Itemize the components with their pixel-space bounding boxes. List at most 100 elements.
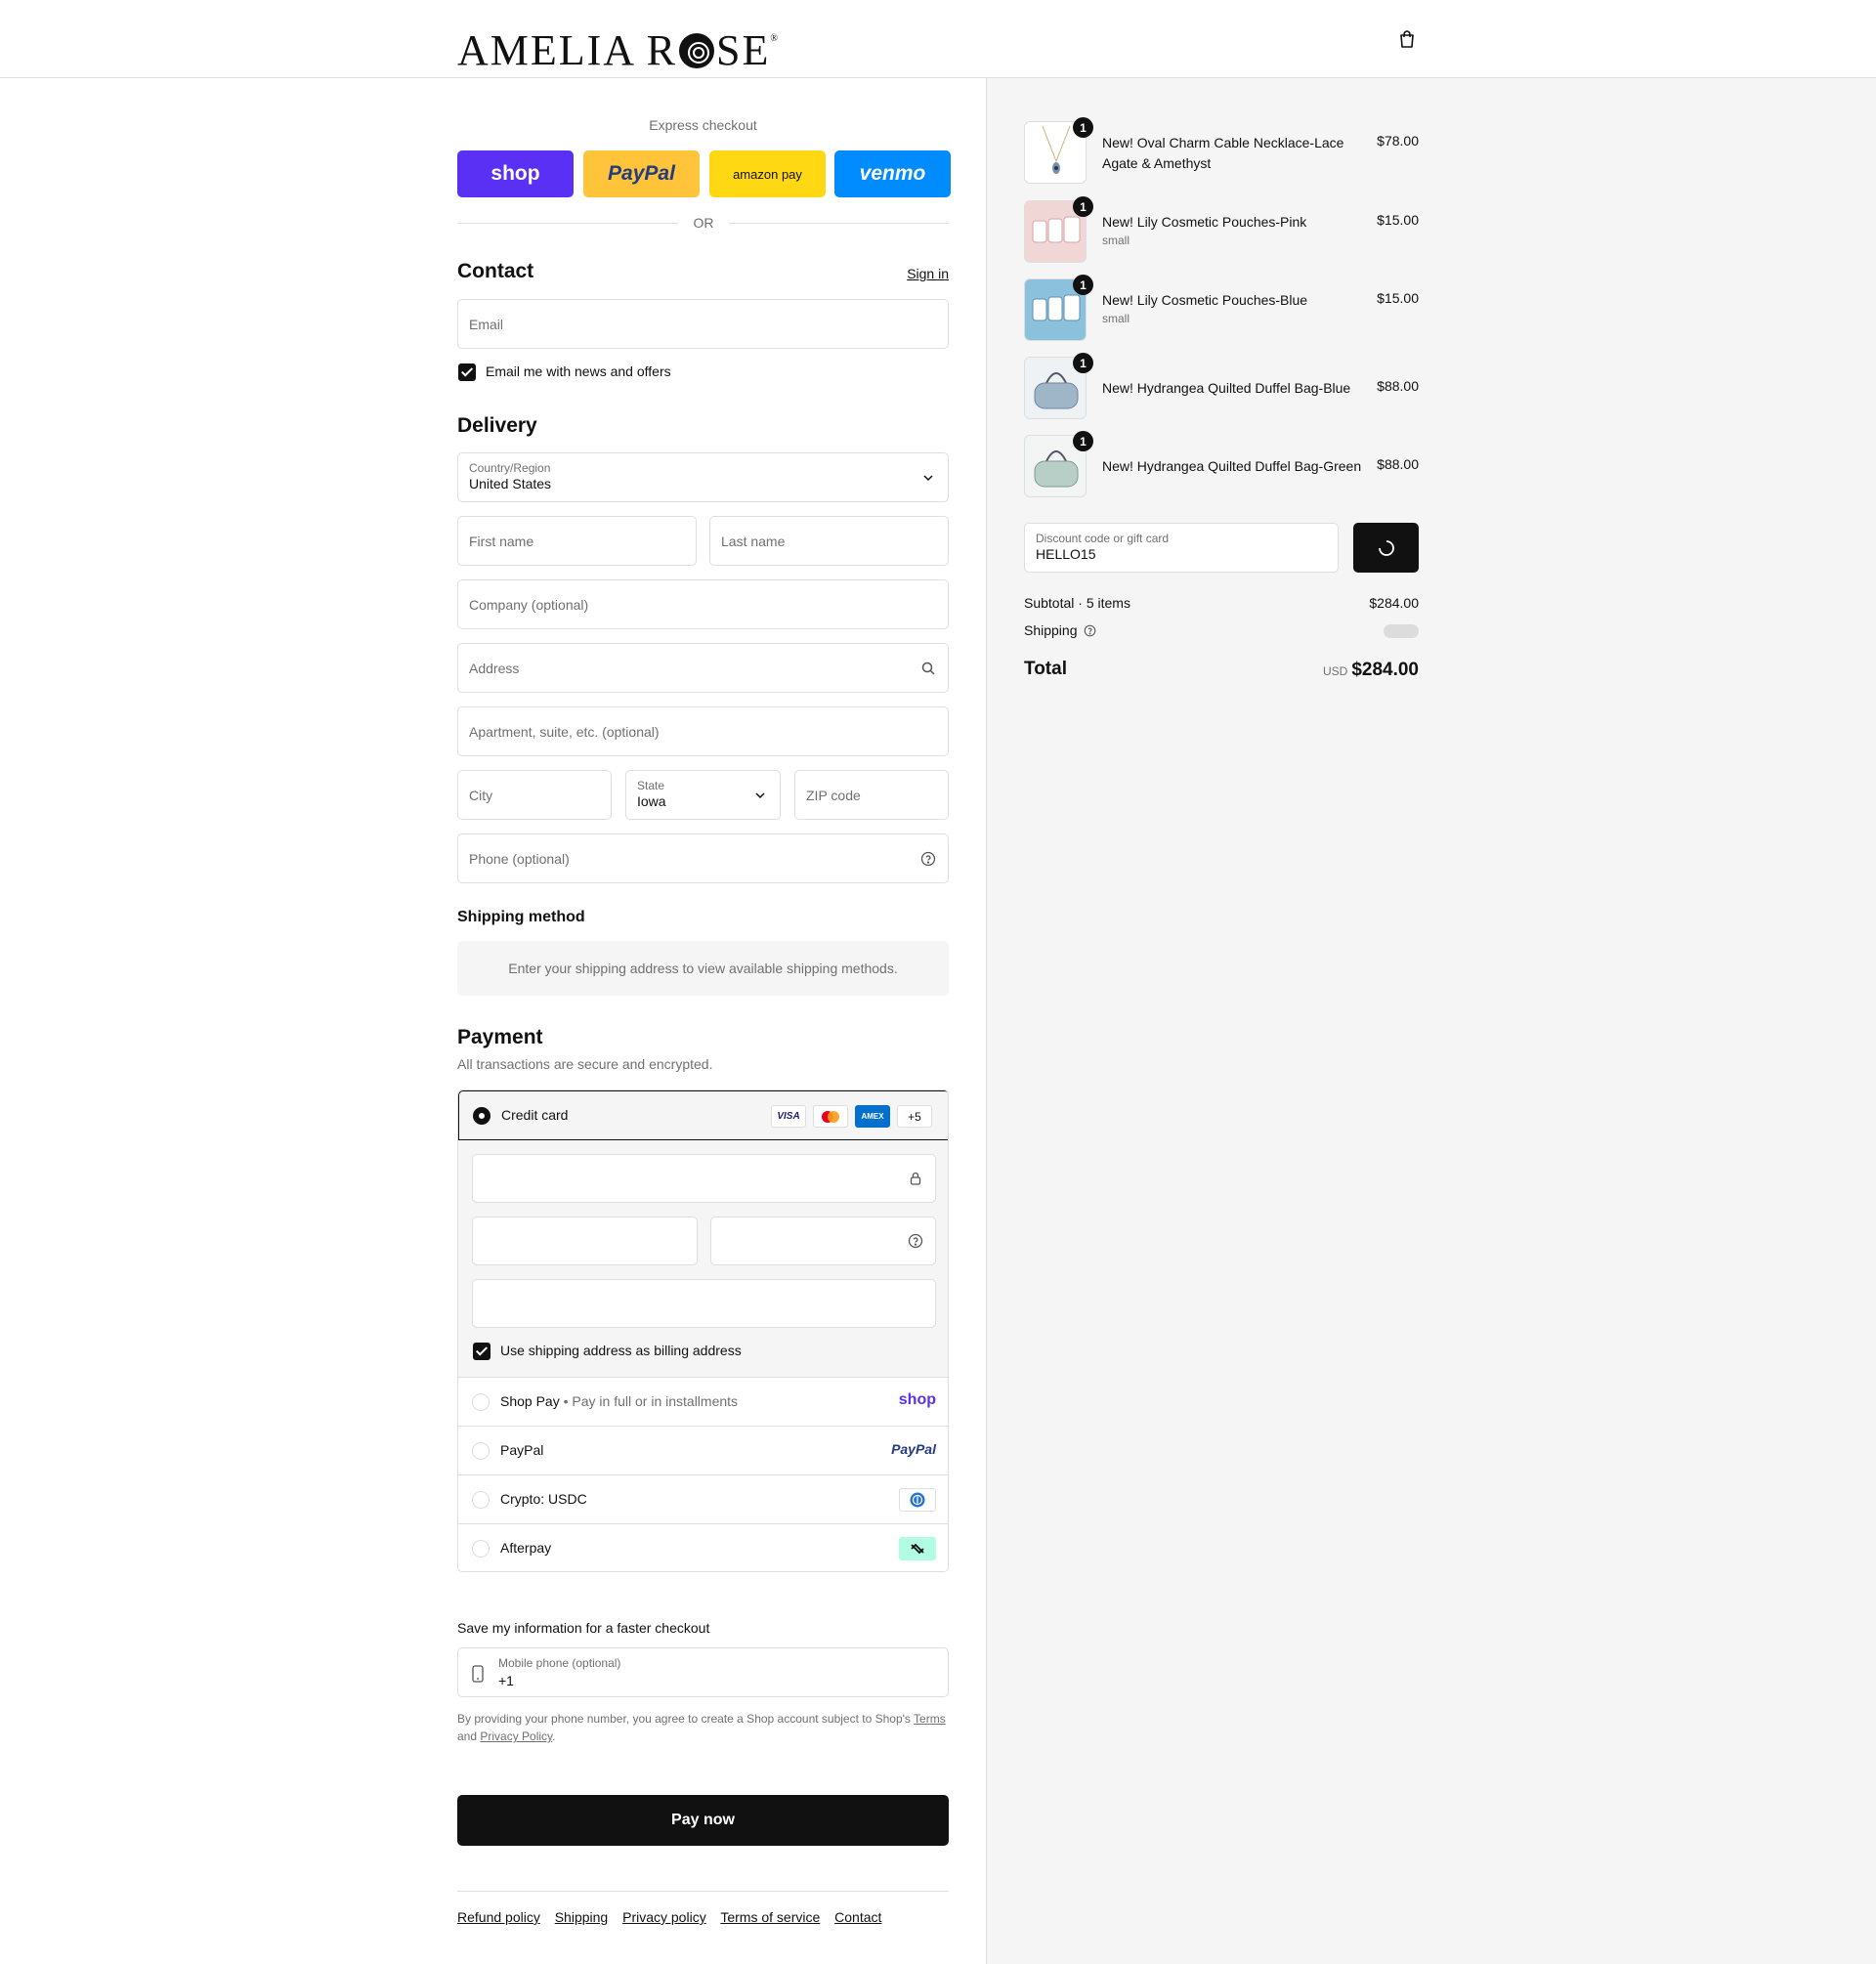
- registered-mark: ®: [770, 33, 780, 44]
- quantity-badge: 1: [1073, 196, 1093, 217]
- usdc-icon: [899, 1488, 936, 1512]
- apartment-field[interactable]: Apartment, suite, etc. (optional): [457, 706, 949, 756]
- item-price: $78.00: [1377, 133, 1419, 149]
- paypal-express-button[interactable]: PayPal: [583, 150, 700, 197]
- city-placeholder: City: [469, 787, 493, 803]
- sign-in-link[interactable]: Sign in: [907, 266, 949, 281]
- first-name-placeholder: First name: [469, 533, 534, 549]
- contact-heading: Contact: [457, 260, 534, 282]
- cart-item: 1 New! Oval Charm Cable Necklace-Lace Ag…: [1024, 117, 1419, 186]
- help-icon[interactable]: [920, 851, 936, 867]
- visa-icon: VISA: [771, 1105, 806, 1128]
- contact-link[interactable]: Contact: [834, 1909, 881, 1925]
- card-number-field[interactable]: [472, 1154, 936, 1203]
- shop-pay-option[interactable]: Shop Pay • Pay in full or in installment…: [458, 1378, 948, 1427]
- address-placeholder: Address: [469, 660, 520, 676]
- email-field[interactable]: Email: [457, 299, 949, 349]
- privacy-policy-footer-link[interactable]: Privacy policy: [622, 1909, 706, 1925]
- total-value: $284.00: [1351, 660, 1419, 680]
- shipping-method-message: Enter your shipping address to view avai…: [457, 941, 949, 996]
- afterpay-label: Afterpay: [500, 1540, 552, 1556]
- help-icon[interactable]: [1084, 624, 1096, 637]
- quantity-badge: 1: [1073, 431, 1093, 451]
- country-select[interactable]: Country/Region United States: [457, 452, 949, 502]
- terms-of-service-link[interactable]: Terms of service: [720, 1909, 820, 1925]
- discount-code-field[interactable]: Discount code or gift card HELLO15: [1024, 523, 1339, 573]
- state-value: Iowa: [637, 793, 666, 809]
- zip-field[interactable]: ZIP code: [794, 770, 949, 820]
- state-select[interactable]: State Iowa: [625, 770, 781, 820]
- afterpay-icon: [899, 1537, 936, 1560]
- payment-heading: Payment: [457, 1026, 543, 1048]
- total-amount: USD $284.00: [1323, 660, 1419, 681]
- express-checkout-label: Express checkout: [649, 117, 757, 133]
- item-name: New! Oval Charm Cable Necklace-Lace Agat…: [1102, 135, 1344, 171]
- company-placeholder: Company (optional): [469, 596, 589, 613]
- billing-address-label: Use shipping address as billing address: [500, 1343, 742, 1358]
- credit-card-option[interactable]: Credit card VISA AMEX +5: [458, 1090, 948, 1140]
- item-name: New! Hydrangea Quilted Duffel Bag-Blue: [1102, 380, 1351, 396]
- help-icon[interactable]: [908, 1233, 923, 1249]
- paypal-radio[interactable]: [472, 1442, 490, 1460]
- brand-logo[interactable]: AMELIA R SE®: [457, 14, 780, 76]
- phone-field[interactable]: Phone (optional): [457, 833, 949, 883]
- shop-pay-radio[interactable]: [472, 1393, 490, 1411]
- billing-address-checkbox[interactable]: [473, 1343, 490, 1360]
- address-field[interactable]: Address: [457, 643, 949, 693]
- company-field[interactable]: Company (optional): [457, 579, 949, 629]
- country-value: United States: [469, 476, 552, 491]
- afterpay-option[interactable]: Afterpay: [458, 1524, 948, 1571]
- search-icon: [921, 662, 935, 675]
- apply-discount-button[interactable]: [1353, 523, 1419, 573]
- cart-item: 1 New! Hydrangea Quilted Duffel Bag-Gree…: [1024, 431, 1419, 499]
- save-info-heading: Save my information for a faster checkou…: [457, 1620, 710, 1636]
- credit-card-radio[interactable]: [473, 1107, 490, 1125]
- last-name-placeholder: Last name: [721, 533, 786, 549]
- discount-code-value: HELLO15: [1036, 546, 1096, 562]
- first-name-field[interactable]: First name: [457, 516, 697, 566]
- refund-policy-link[interactable]: Refund policy: [457, 1909, 540, 1925]
- apartment-placeholder: Apartment, suite, etc. (optional): [469, 723, 660, 740]
- footer-divider: [457, 1891, 949, 1892]
- name-on-card-field[interactable]: [472, 1279, 936, 1328]
- last-name-field[interactable]: Last name: [709, 516, 949, 566]
- more-cards-badge: +5: [897, 1105, 932, 1128]
- item-price: $15.00: [1377, 212, 1419, 228]
- expiration-date-field[interactable]: [472, 1217, 698, 1265]
- shop-pay-label: Shop Pay • Pay in full or in installment…: [500, 1393, 739, 1409]
- bag-icon[interactable]: [1395, 27, 1419, 51]
- mobile-phone-label: Mobile phone (optional): [498, 1656, 621, 1670]
- item-variant: small: [1102, 234, 1130, 247]
- currency-code: USD: [1322, 664, 1348, 678]
- shop-disclaimer: By providing your phone number, you agre…: [457, 1712, 946, 1743]
- mobile-phone-icon: [472, 1665, 484, 1683]
- discount-code-label: Discount code or gift card: [1036, 532, 1170, 545]
- security-code-field[interactable]: [710, 1217, 936, 1265]
- shipping-link[interactable]: Shipping: [555, 1909, 609, 1925]
- crypto-usdc-radio[interactable]: [472, 1491, 490, 1509]
- crypto-usdc-option[interactable]: Crypto: USDC: [458, 1475, 948, 1524]
- rose-icon: [679, 33, 714, 68]
- state-label: State: [637, 779, 665, 792]
- news-checkbox-label: Email me with news and offers: [486, 363, 671, 379]
- afterpay-radio[interactable]: [472, 1540, 490, 1558]
- pay-now-button[interactable]: Pay now: [457, 1795, 949, 1846]
- delivery-heading: Delivery: [457, 414, 537, 437]
- amazon-pay-express-button[interactable]: amazon pay: [709, 150, 826, 197]
- credit-card-form: Use shipping address as billing address: [458, 1140, 948, 1378]
- item-variant: small: [1102, 312, 1130, 325]
- chevron-down-icon: [923, 474, 933, 481]
- mobile-phone-field[interactable]: Mobile phone (optional) +1: [457, 1647, 949, 1697]
- shop-pay-express-button[interactable]: shop: [457, 150, 574, 197]
- paypal-option[interactable]: PayPal PayPal: [458, 1427, 948, 1475]
- shipping-row: Shipping: [1024, 622, 1419, 638]
- venmo-express-button[interactable]: venmo: [834, 150, 951, 197]
- news-checkbox[interactable]: [458, 363, 476, 381]
- privacy-policy-link[interactable]: Privacy Policy: [480, 1729, 552, 1743]
- item-name: New! Lily Cosmetic Pouches-Blue: [1102, 292, 1308, 308]
- city-field[interactable]: City: [457, 770, 612, 820]
- or-label: OR: [678, 215, 729, 231]
- terms-link[interactable]: Terms: [914, 1712, 946, 1726]
- item-price: $88.00: [1377, 378, 1419, 394]
- cart-item: 1 New! Lily Cosmetic Pouches-Blue small …: [1024, 275, 1419, 343]
